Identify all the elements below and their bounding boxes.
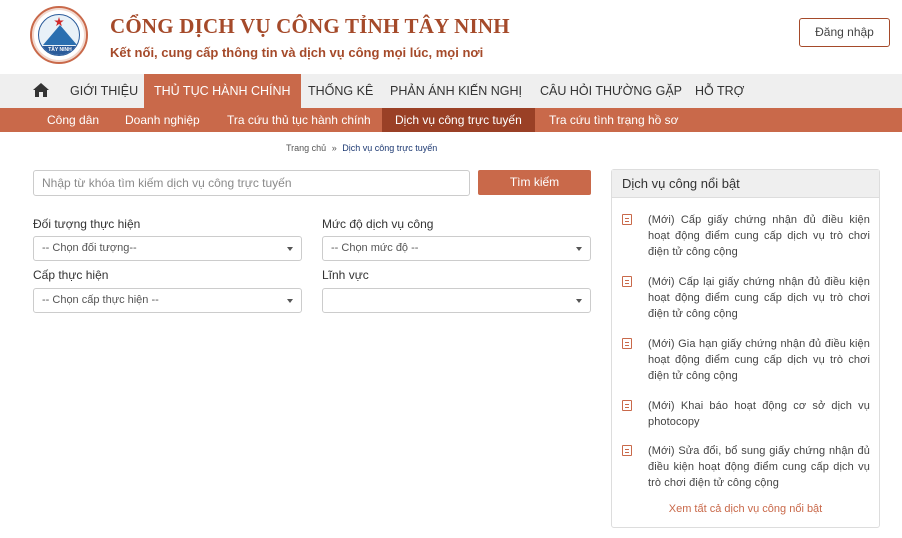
level-select-value: -- Chọn mức độ -- bbox=[331, 242, 419, 254]
subject-label: Đối tượng thực hiện bbox=[33, 217, 141, 231]
site-title[interactable]: CỔNG DỊCH VỤ CÔNG TỈNH TÂY NINH bbox=[110, 14, 510, 39]
site-subtitle: Kết nối, cung cấp thông tin và dịch vụ c… bbox=[110, 45, 484, 60]
document-icon bbox=[622, 338, 632, 349]
nav-item-thu-tuc-hanh-chinh[interactable]: THỦ TỤC HÀNH CHÍNH bbox=[144, 74, 301, 108]
featured-item-text[interactable]: (Mới) Gia hạn giấy chứng nhận đủ điều ki… bbox=[648, 336, 870, 384]
subject-select[interactable]: -- Chọn đối tượng-- bbox=[33, 236, 302, 261]
authority-select-value: -- Chọn cấp thực hiện -- bbox=[42, 294, 159, 306]
level-label: Mức độ dịch vụ công bbox=[322, 217, 434, 231]
login-button[interactable]: Đăng nhập bbox=[799, 18, 890, 47]
caret-down-icon bbox=[287, 299, 293, 303]
site-header: TÂY NINH CỔNG DỊCH VỤ CÔNG TỈNH TÂY NINH… bbox=[0, 0, 902, 74]
caret-down-icon bbox=[576, 299, 582, 303]
main-nav: GIỚI THIỆU THỦ TỤC HÀNH CHÍNH THỐNG KÊ P… bbox=[0, 74, 902, 108]
sub-item-doanh-nghiep[interactable]: Doanh nghiệp bbox=[111, 108, 214, 132]
nav-item-phan-anh-kien-nghi[interactable]: PHẢN ÁNH KIẾN NGHỊ bbox=[380, 74, 532, 108]
home-icon[interactable] bbox=[32, 82, 50, 98]
province-logo[interactable]: TÂY NINH bbox=[30, 6, 88, 64]
search-input[interactable] bbox=[33, 170, 470, 196]
sub-item-tra-cuu-thu-tuc[interactable]: Tra cứu thủ tục hành chính bbox=[213, 108, 385, 132]
document-icon bbox=[622, 214, 632, 225]
sub-item-cong-dan[interactable]: Công dân bbox=[33, 108, 113, 132]
logo-emblem: TÂY NINH bbox=[38, 14, 80, 56]
caret-down-icon bbox=[576, 247, 582, 251]
featured-item-text[interactable]: (Mới) Cấp giấy chứng nhận đủ điều kiện h… bbox=[648, 212, 870, 260]
breadcrumb-separator: » bbox=[331, 143, 337, 153]
breadcrumb-current[interactable]: Dịch vụ công trực tuyến bbox=[342, 143, 437, 153]
level-select[interactable]: -- Chọn mức độ -- bbox=[322, 236, 591, 261]
sub-item-dich-vu-cong-truc-tuyen[interactable]: Dịch vụ công trực tuyến bbox=[382, 108, 535, 132]
sub-nav: Công dân Doanh nghiệp Tra cứu thủ tục hà… bbox=[0, 108, 902, 132]
authority-label: Cấp thực hiện bbox=[33, 268, 109, 282]
caret-down-icon bbox=[287, 247, 293, 251]
document-icon bbox=[622, 445, 632, 456]
featured-item-text[interactable]: (Mới) Cấp lại giấy chứng nhận đủ điều ki… bbox=[648, 274, 870, 322]
nav-item-thong-ke[interactable]: THỐNG KÊ bbox=[298, 74, 383, 108]
nav-item-ho-tro[interactable]: HỖ TRỢ bbox=[685, 74, 754, 108]
mountain-icon bbox=[43, 25, 77, 45]
breadcrumb-home[interactable]: Trang chủ bbox=[286, 143, 326, 153]
featured-panel: Dịch vụ công nổi bật (Mới) Cấp giấy chứn… bbox=[611, 169, 880, 528]
featured-item-text[interactable]: (Mới) Sửa đổi, bổ sung giấy chứng nhận đ… bbox=[648, 443, 870, 491]
nav-item-cau-hoi-thuong-gap[interactable]: CÂU HỎI THƯỜNG GẶP bbox=[530, 74, 692, 108]
featured-panel-title: Dịch vụ công nổi bật bbox=[612, 170, 879, 198]
authority-select[interactable]: -- Chọn cấp thực hiện -- bbox=[33, 288, 302, 313]
field-label: Lĩnh vực bbox=[322, 268, 369, 282]
nav-item-gioi-thieu[interactable]: GIỚI THIỆU bbox=[60, 74, 148, 108]
logo-ribbon: TÂY NINH bbox=[41, 46, 79, 55]
sub-item-tra-cuu-tinh-trang[interactable]: Tra cứu tình trạng hồ sơ bbox=[535, 108, 693, 132]
featured-item-text[interactable]: (Mới) Khai báo hoạt động cơ sở dịch vụ p… bbox=[648, 398, 870, 430]
subject-select-value: -- Chọn đối tượng-- bbox=[42, 242, 137, 254]
document-icon bbox=[622, 276, 632, 287]
document-icon bbox=[622, 400, 632, 411]
see-all-featured-link[interactable]: Xem tất cả dịch vụ công nổi bật bbox=[612, 503, 879, 515]
field-select[interactable] bbox=[322, 288, 591, 313]
breadcrumb: Trang chủ » Dịch vụ công trực tuyến bbox=[286, 143, 437, 153]
search-button[interactable]: Tìm kiếm bbox=[478, 170, 591, 195]
